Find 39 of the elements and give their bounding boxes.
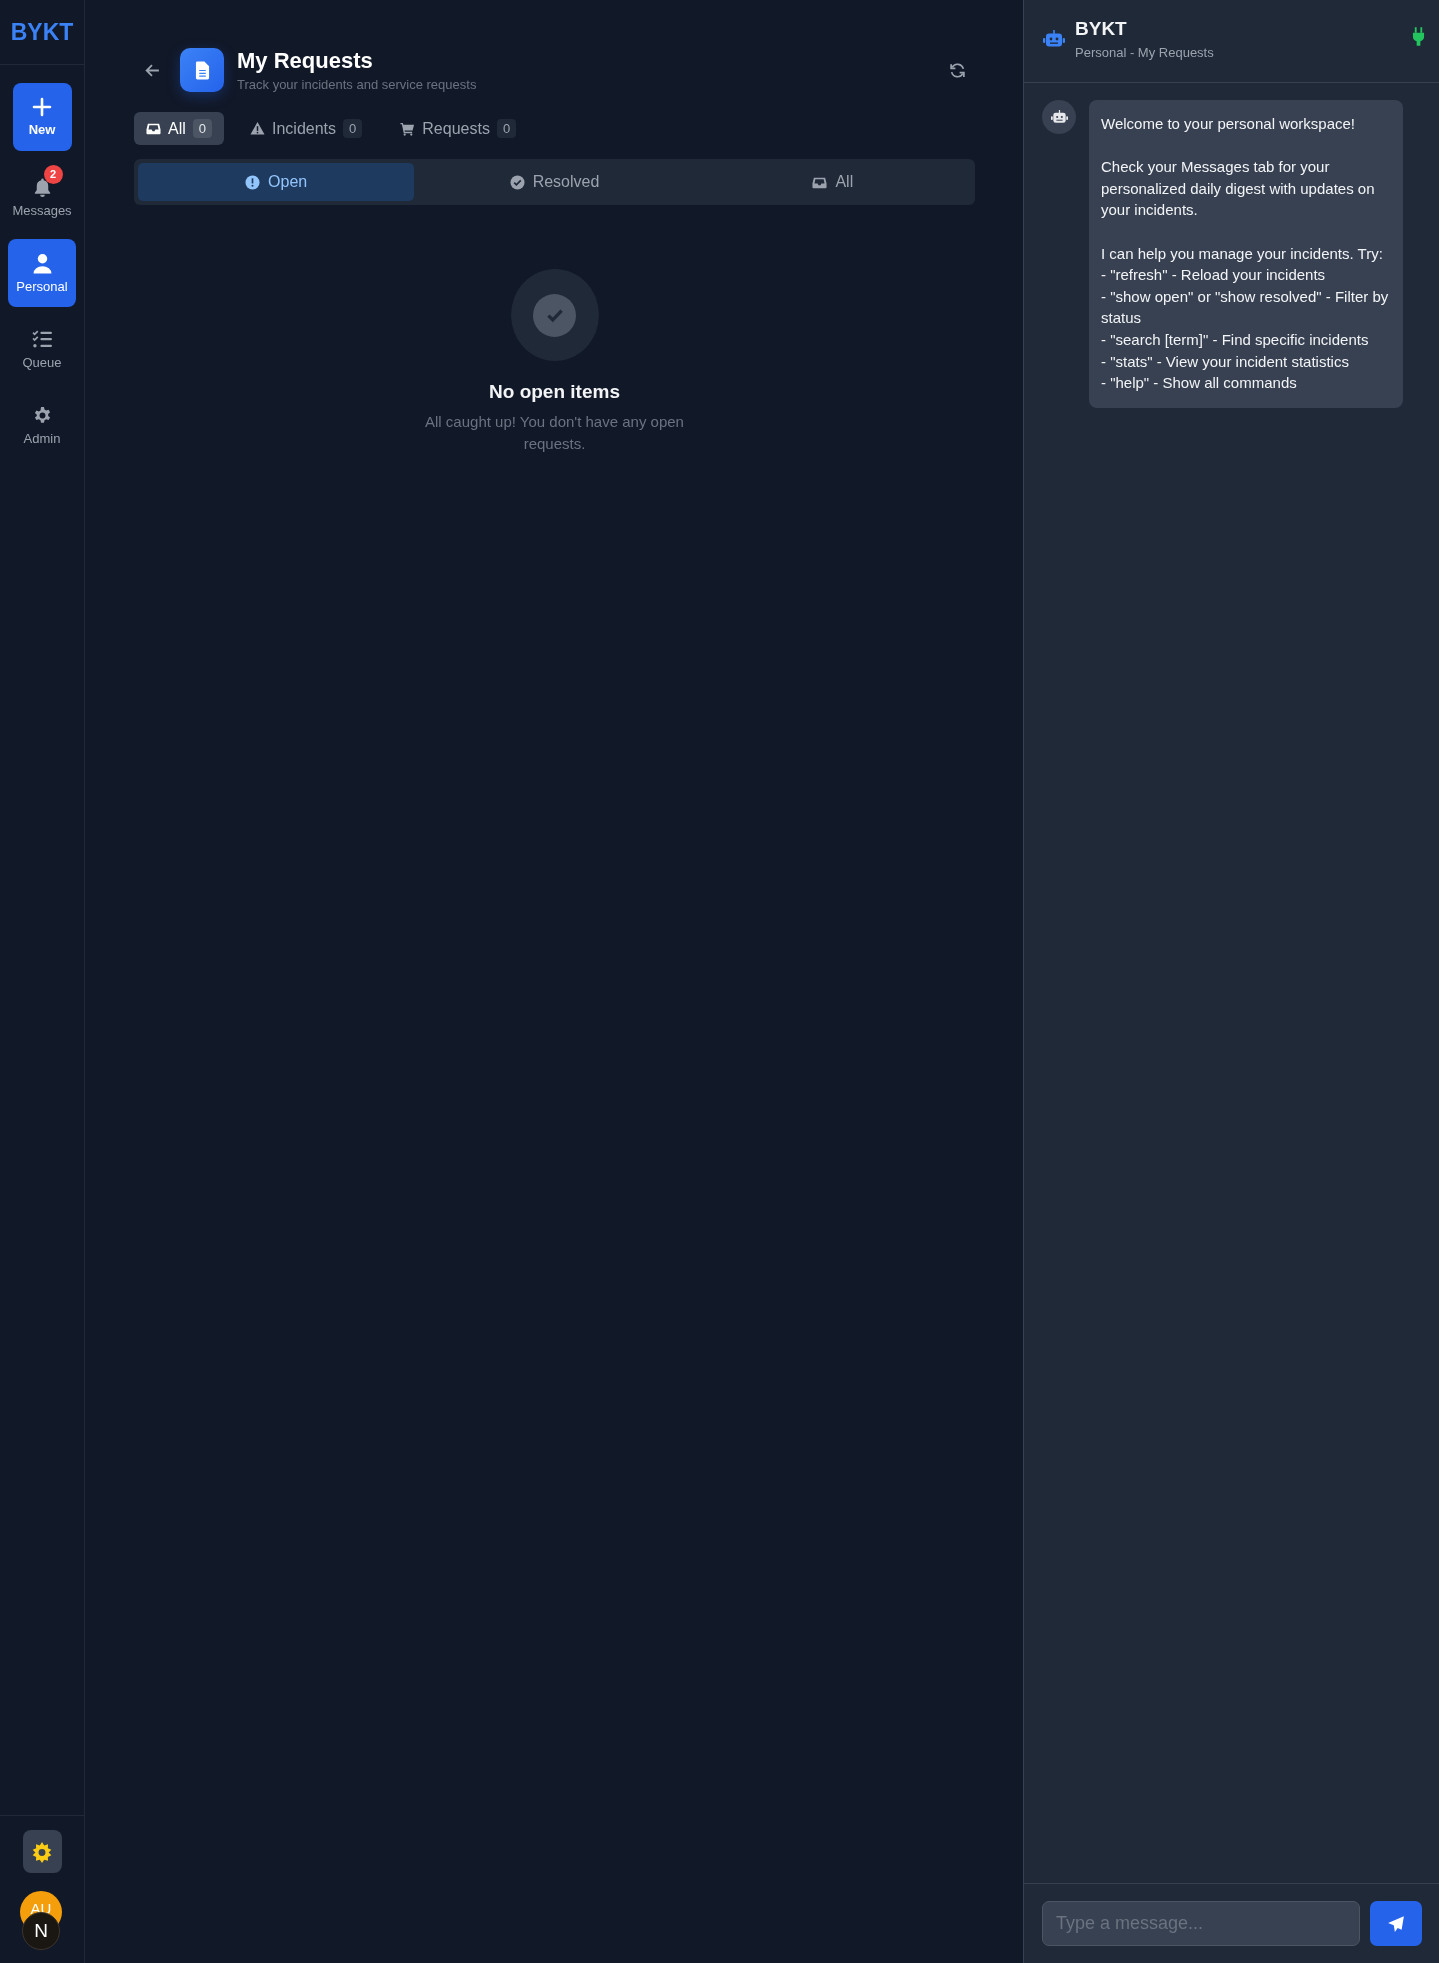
filter-tab[interactable]: Incidents 0: [238, 112, 375, 145]
status-tab[interactable]: Resolved: [416, 163, 693, 201]
count-badge: 0: [192, 119, 212, 138]
count-badge: 0: [343, 119, 363, 138]
bot-avatar: [1042, 100, 1076, 134]
inbox-icon: [146, 121, 161, 136]
notification-badge: 2: [43, 164, 63, 184]
theme-toggle-button[interactable]: [22, 1830, 62, 1873]
nav-item[interactable]: Personal: [8, 239, 76, 307]
filter-tab[interactable]: All 0: [134, 112, 224, 145]
nav-item[interactable]: Queue: [8, 315, 76, 383]
alert-icon: [245, 174, 261, 190]
new-button[interactable]: New: [12, 83, 72, 151]
document-icon: [180, 48, 224, 92]
nav-item[interactable]: 2 Messages: [8, 163, 76, 231]
sun-icon: [31, 1840, 53, 1863]
send-icon: [1387, 1914, 1405, 1933]
status-tab[interactable]: All: [694, 163, 971, 201]
app-logo: BYKT: [0, 0, 84, 65]
cart-icon: [400, 121, 416, 136]
status-tab[interactable]: Open: [138, 163, 415, 201]
page-title: My Requests: [237, 48, 374, 74]
refresh-icon: [948, 61, 966, 79]
empty-state-message: All caught up! You don't have any open requests.: [424, 412, 685, 454]
chat-message: Welcome to your personal workspace! Check your Messages tab for your personalized daily digest with updates on your incidents. I can help you manage your incidents. Try: - "refresh" - Reload your incidents - "show open" or "show resolved" - Filter by status - "search [term]" - Find specific incidents - "stats" - View your incident statistics - "help" - Show all commands: [1089, 100, 1403, 408]
filter-tab[interactable]: Requests 0: [388, 112, 529, 145]
chat-subtitle: Personal - My Requests: [1075, 45, 1215, 60]
person-icon: [31, 252, 53, 274]
count-badge: 0: [496, 119, 517, 138]
warning-icon: [250, 121, 265, 136]
check-circle-icon: [509, 174, 525, 190]
checklist-icon: [31, 328, 53, 350]
empty-state-title: No open items: [489, 381, 620, 403]
nav-item[interactable]: Admin: [8, 391, 76, 459]
chat-title: BYKT: [1075, 18, 1128, 40]
plus-icon: [32, 97, 52, 117]
send-button[interactable]: [1370, 1901, 1422, 1946]
robot-icon: [1043, 30, 1065, 48]
page-subtitle: Track your incidents and service requests: [237, 77, 478, 92]
